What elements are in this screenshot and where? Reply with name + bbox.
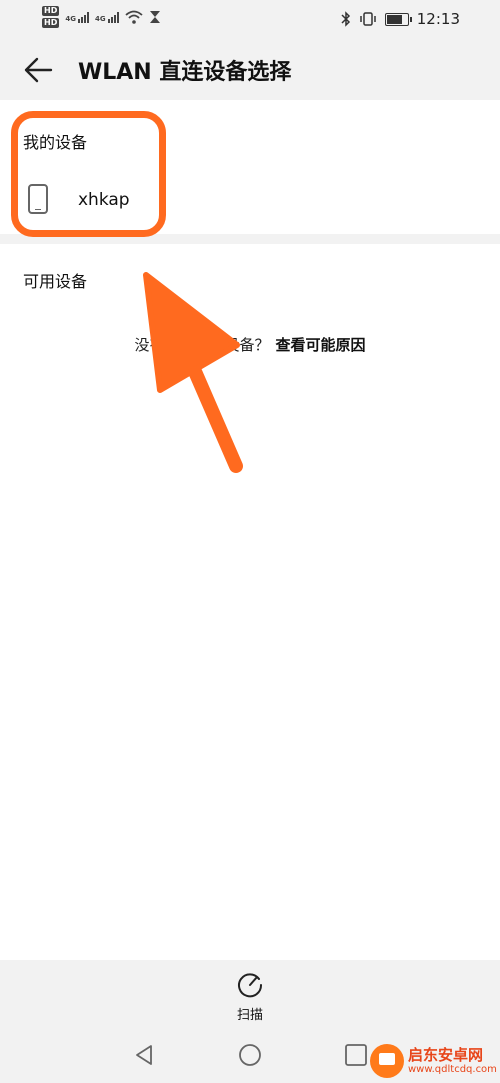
network-type-1: 4G [65, 14, 76, 23]
watermark: 启东安卓网 www.qdltcdq.com [370, 1044, 497, 1078]
circle-home-icon [239, 1044, 261, 1066]
watermark-text: 启东安卓网 www.qdltcdq.com [408, 1047, 497, 1075]
triangle-back-icon [136, 1045, 152, 1065]
refresh-icon [238, 973, 263, 998]
available-devices-label: 可用设备 [23, 272, 88, 291]
nav-recents-button[interactable] [343, 1042, 369, 1068]
available-devices-section: 可用设备 没有找到目标设备？ 查看可能原因 [0, 244, 500, 960]
network-type-2: 4G [94, 14, 106, 23]
status-right: 12:13 [341, 10, 460, 28]
signal-2-icon: 4G [94, 11, 119, 23]
scan-label: 扫描 [236, 1008, 263, 1023]
nav-back-button[interactable] [131, 1042, 157, 1068]
wifi-icon [125, 10, 143, 24]
page-title: WLAN 直连设备选择 [78, 60, 292, 85]
my-devices-section: 我的设备 xhkap [0, 100, 500, 234]
clock: 12:13 [416, 10, 460, 28]
hourglass-icon [149, 11, 160, 23]
status-left: HD HD 4G 4G [42, 6, 161, 28]
watermark-name: 启东安卓网 [408, 1046, 484, 1065]
my-devices-label: 我的设备 [23, 133, 88, 152]
bluetooth-icon [341, 11, 350, 27]
hd-badge-2: HD [42, 18, 60, 28]
status-bar: HD HD 4G 4G 12:13 [0, 0, 500, 40]
my-device-name: xhkap [78, 190, 130, 210]
app-bar: WLAN 直连设备选择 [0, 40, 500, 100]
phone-icon [28, 184, 48, 214]
hd-badge-1: HD [42, 6, 60, 16]
battery-icon [384, 12, 412, 26]
watermark-logo-icon [370, 1044, 404, 1078]
hd-badges: HD HD [42, 6, 60, 28]
square-recents-icon [345, 1044, 367, 1066]
arrow-left-icon [24, 57, 53, 83]
nav-home-button[interactable] [237, 1042, 263, 1068]
watermark-url: www.qdltcdq.com [408, 1063, 497, 1075]
vibrate-icon [360, 12, 376, 26]
back-button[interactable] [20, 50, 60, 90]
hint-text: 没有找到目标设备？ [134, 336, 270, 354]
bottom-toolbar: 扫描 [0, 960, 500, 1028]
signal-1-icon: 4G [65, 11, 89, 23]
scan-button[interactable]: 扫描 [220, 968, 280, 1026]
my-device-row[interactable]: xhkap [0, 168, 500, 234]
no-device-hint: 没有找到目标设备？ 查看可能原因 [0, 334, 500, 355]
possible-reasons-link[interactable]: 查看可能原因 [276, 336, 366, 354]
